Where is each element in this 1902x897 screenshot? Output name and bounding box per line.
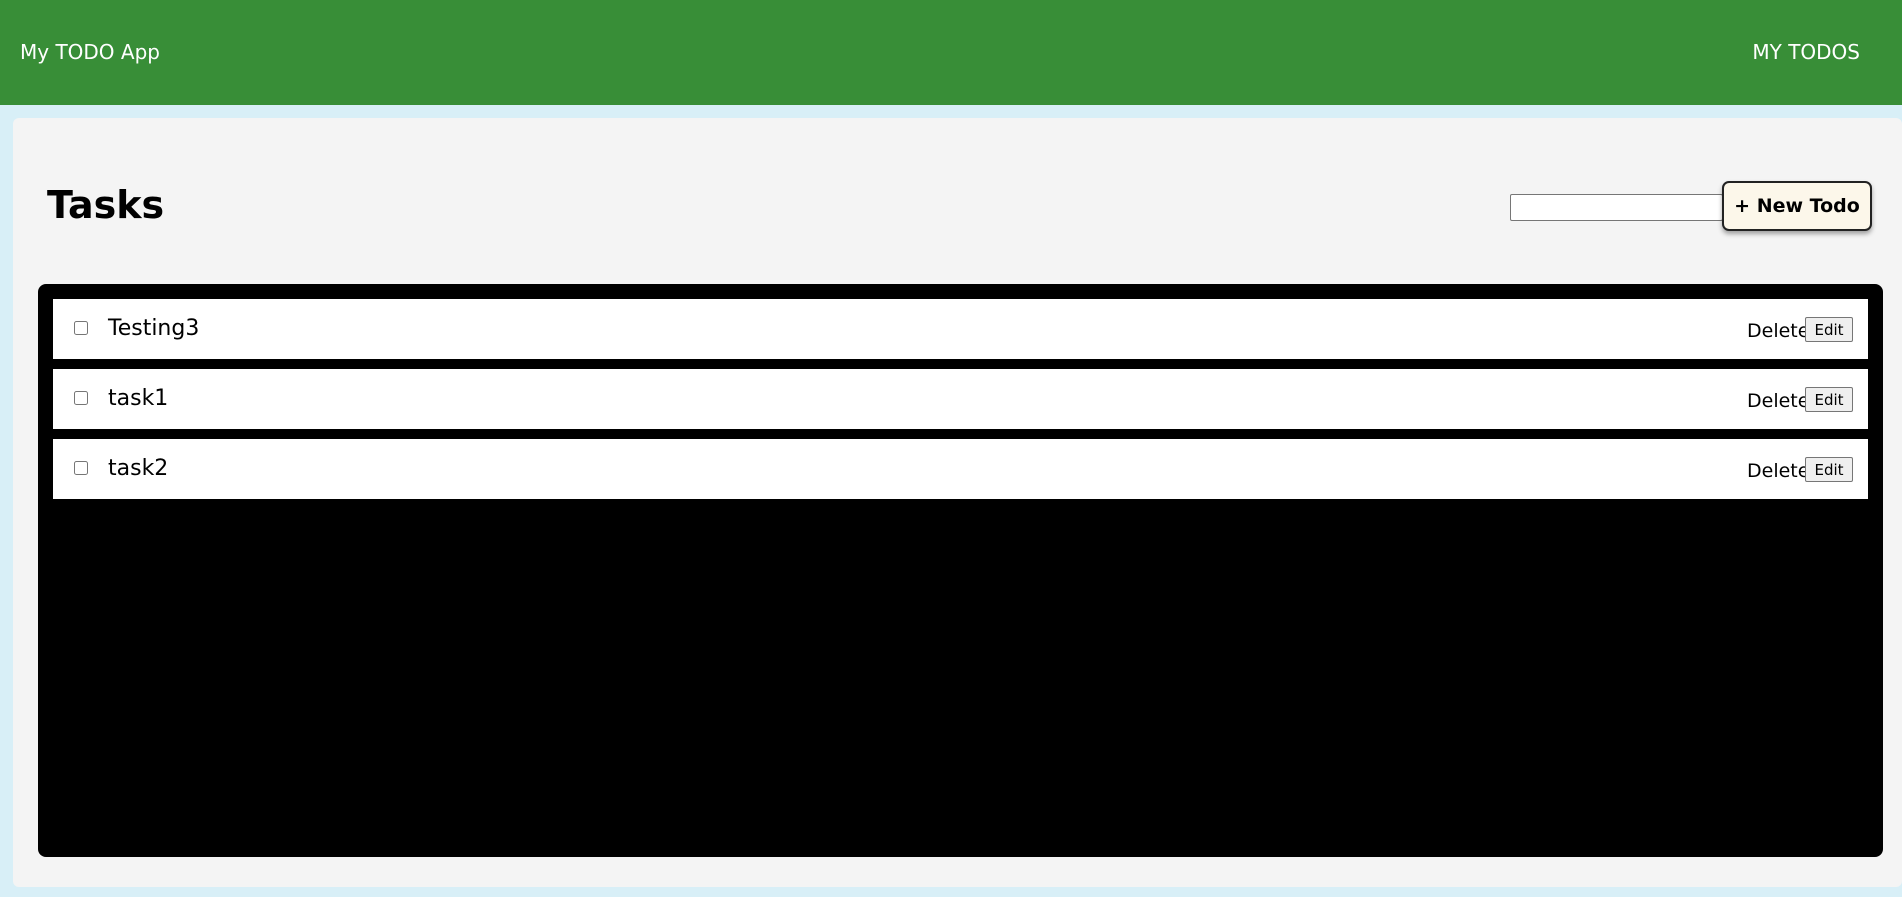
task-checkbox[interactable] (74, 321, 88, 335)
task-checkbox[interactable] (74, 461, 88, 475)
task-row: Testing3 Delete Edit (53, 299, 1868, 359)
task-title: Testing3 (108, 316, 200, 341)
main-content: Tasks + New Todo Testing3 Delete Edit ta… (13, 118, 1902, 887)
delete-task-button[interactable]: Delete (1747, 459, 1809, 483)
task-row: task2 Delete Edit (53, 439, 1868, 499)
delete-task-button[interactable]: Delete (1747, 319, 1809, 343)
delete-task-button[interactable]: Delete (1747, 389, 1809, 413)
task-list: Testing3 Delete Edit task1 Delete Edit t… (38, 284, 1883, 857)
edit-task-button[interactable]: Edit (1805, 457, 1853, 482)
nav-link-my-todos[interactable]: MY TODOS (1752, 40, 1860, 64)
task-row: task1 Delete Edit (53, 369, 1868, 429)
page-title: Tasks (47, 183, 165, 227)
edit-task-button[interactable]: Edit (1805, 387, 1853, 412)
task-title: task1 (108, 386, 169, 411)
task-checkbox[interactable] (74, 391, 88, 405)
edit-task-button[interactable]: Edit (1805, 317, 1853, 342)
navbar: My TODO App MY TODOS (0, 0, 1902, 105)
app-brand[interactable]: My TODO App (20, 40, 160, 64)
task-title: task2 (108, 456, 169, 481)
new-todo-button[interactable]: + New Todo (1722, 181, 1872, 231)
new-todo-input[interactable] (1510, 194, 1723, 221)
